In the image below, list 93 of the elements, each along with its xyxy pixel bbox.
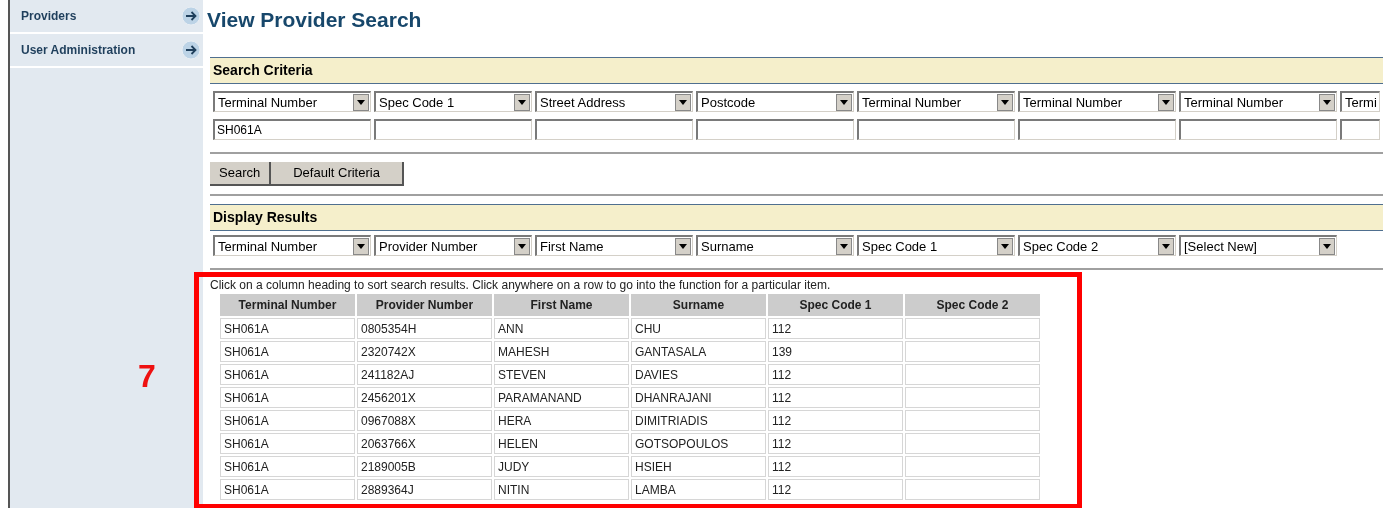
dropdown[interactable]: Spec Code 1: [374, 91, 532, 112]
action-button[interactable]: Default Criteria: [271, 162, 404, 186]
input-field[interactable]: [696, 119, 854, 140]
dropdown-value: Spec Code 1: [378, 95, 456, 109]
input-field[interactable]: SH061A: [213, 119, 371, 140]
table-cell: SH061A: [220, 456, 355, 477]
sidebar-item[interactable]: Providers: [10, 0, 203, 34]
table-cell: 112: [768, 318, 903, 339]
section-title: Display Results: [213, 209, 318, 225]
dropdown[interactable]: [Select New]: [1179, 235, 1337, 256]
table-cell: 2456201X: [357, 387, 492, 408]
dropdown[interactable]: Surname: [696, 235, 854, 256]
dropdown-value: First Name: [539, 239, 605, 253]
column-header[interactable]: Provider Number: [357, 294, 492, 316]
table-cell: PARAMANAND: [494, 387, 629, 408]
sidebar-item[interactable]: User Administration: [10, 34, 203, 68]
table-cell: SH061A: [220, 318, 355, 339]
table-cell: SH061A: [220, 410, 355, 431]
column-header[interactable]: First Name: [494, 294, 629, 316]
dropdown-value: Terminal Number: [217, 95, 318, 109]
section-title: Search Criteria: [213, 62, 313, 78]
dropdown-value: Spec Code 2: [1022, 239, 1100, 253]
table-cell: SH061A: [220, 387, 355, 408]
table-cell: HSIEH: [631, 456, 766, 477]
dropdown[interactable]: Provider Number: [374, 235, 532, 256]
table-cell: GANTASALA: [631, 341, 766, 362]
table-cell: 139: [768, 341, 903, 362]
dropdown-value: Spec Code 1: [861, 239, 939, 253]
table-cell: 2320742X: [357, 341, 492, 362]
table-cell: SH061A: [220, 433, 355, 454]
table-cell: NITIN: [494, 479, 629, 500]
table-cell: 0805354H: [357, 318, 492, 339]
table-cell: HERA: [494, 410, 629, 431]
dropdown[interactable]: First Name: [535, 235, 693, 256]
table-cell: 0967088X: [357, 410, 492, 431]
table-cell: HELEN: [494, 433, 629, 454]
dropdown[interactable]: Street Address: [535, 91, 693, 112]
table-cell: 2889364J: [357, 479, 492, 500]
instructions-text: Click on a column heading to sort search results. Click anywhere on a row to go into the function for a particular item.: [210, 278, 832, 292]
dropdown-value: Terminal Number: [217, 239, 318, 253]
column-header[interactable]: Terminal Number: [220, 294, 355, 316]
table-cell: 241182AJ: [357, 364, 492, 385]
table-cell: DAVIES: [631, 364, 766, 385]
table-cell: CHU: [631, 318, 766, 339]
table-cell: 112: [768, 387, 903, 408]
table-cell: 2063766X: [357, 433, 492, 454]
action-button[interactable]: Search: [210, 162, 272, 186]
dropdown-value: Surname: [700, 239, 755, 253]
table-cell: 112: [768, 479, 903, 500]
dropdown-value: Postcode: [700, 95, 757, 109]
input-field[interactable]: [535, 119, 693, 140]
input-field[interactable]: [857, 119, 1015, 140]
dropdown-value: [Select New]: [1183, 239, 1258, 253]
dropdown-value: Terminal Number: [1022, 95, 1123, 109]
table-cell: MAHESH: [494, 341, 629, 362]
table-cell: JUDY: [494, 456, 629, 477]
sidebar-item-label: Providers: [21, 8, 77, 25]
dropdown[interactable]: Terminal Number: [213, 235, 371, 256]
dropdown-value: Terminal Number: [1183, 95, 1284, 109]
column-header[interactable]: Spec Code 1: [768, 294, 903, 316]
dropdown-value: Terminal Number: [861, 95, 962, 109]
page-title: View Provider Search: [207, 8, 423, 32]
input-field[interactable]: [1179, 119, 1337, 140]
table-cell: SH061A: [220, 364, 355, 385]
dropdown-value: Street Address: [539, 95, 627, 109]
dropdown[interactable]: Postcode: [696, 91, 854, 112]
table-cell: DHANRAJANI: [631, 387, 766, 408]
dropdown-value: Provider Number: [378, 239, 479, 253]
dropdown[interactable]: Terminal Number: [213, 91, 371, 112]
dropdown[interactable]: Spec Code 2: [1018, 235, 1176, 256]
table-cell: 112: [768, 456, 903, 477]
input-field[interactable]: [1018, 119, 1176, 140]
sidebar-item-label: User Administration: [21, 42, 136, 59]
dropdown[interactable]: Terminal Number: [1179, 91, 1337, 112]
table-cell: 2189005B: [357, 456, 492, 477]
annotation-number: 7: [138, 357, 156, 396]
table-cell: LAMBA: [631, 479, 766, 500]
table-cell: GOTSOPOULOS: [631, 433, 766, 454]
table-cell: 112: [768, 364, 903, 385]
dropdown[interactable]: Terminal Number: [857, 91, 1015, 112]
dropdown[interactable]: Spec Code 1: [857, 235, 1015, 256]
column-header[interactable]: Spec Code 2: [905, 294, 1040, 316]
table-cell: STEVEN: [494, 364, 629, 385]
dropdown[interactable]: Terminal Number: [1018, 91, 1176, 112]
table-cell: DIMITRIADIS: [631, 410, 766, 431]
input-field[interactable]: [1340, 119, 1380, 140]
input-field[interactable]: [374, 119, 532, 140]
table-cell: 112: [768, 433, 903, 454]
table-cell: ANN: [494, 318, 629, 339]
table-cell: 112: [768, 410, 903, 431]
table-cell: SH061A: [220, 341, 355, 362]
table-cell: SH061A: [220, 479, 355, 500]
column-header[interactable]: Surname: [631, 294, 766, 316]
